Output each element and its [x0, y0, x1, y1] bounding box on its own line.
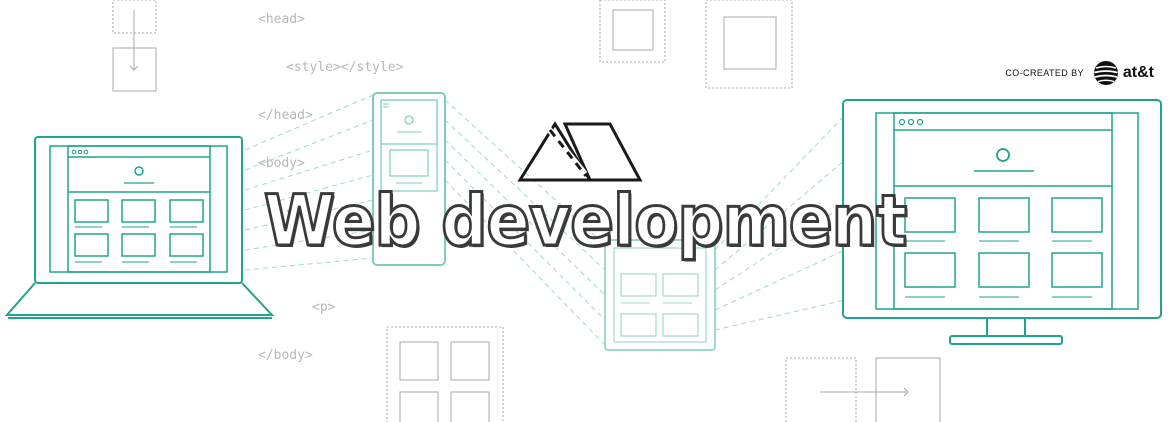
- frame-box-large: [705, 0, 793, 89]
- frame-box-small: [599, 0, 666, 63]
- grid-box: [386, 326, 504, 422]
- arrow-down-box: [112, 0, 157, 92]
- hero-title-wrap: Web development: [0, 179, 1170, 264]
- code-head-open: <head>: [258, 12, 305, 27]
- hero-banner: <head> <style></style> </head> <body> <d…: [0, 0, 1170, 422]
- code-body-close: </body>: [258, 348, 313, 363]
- triangle-logo-icon: [517, 121, 643, 182]
- code-head-close: </head>: [258, 108, 313, 123]
- code-body-open: <body>: [258, 156, 305, 171]
- co-created-by-badge: CO-CREATED BY at&t: [1005, 60, 1154, 86]
- code-p-tag: <p>: [312, 300, 336, 315]
- att-globe-icon: [1093, 61, 1118, 85]
- arrow-right-box: [785, 357, 941, 422]
- co-created-label: CO-CREATED BY: [1005, 68, 1084, 78]
- page-title: Web development: [262, 179, 908, 264]
- partner-name: at&t: [1122, 64, 1154, 81]
- code-style: <style></style>: [286, 60, 404, 75]
